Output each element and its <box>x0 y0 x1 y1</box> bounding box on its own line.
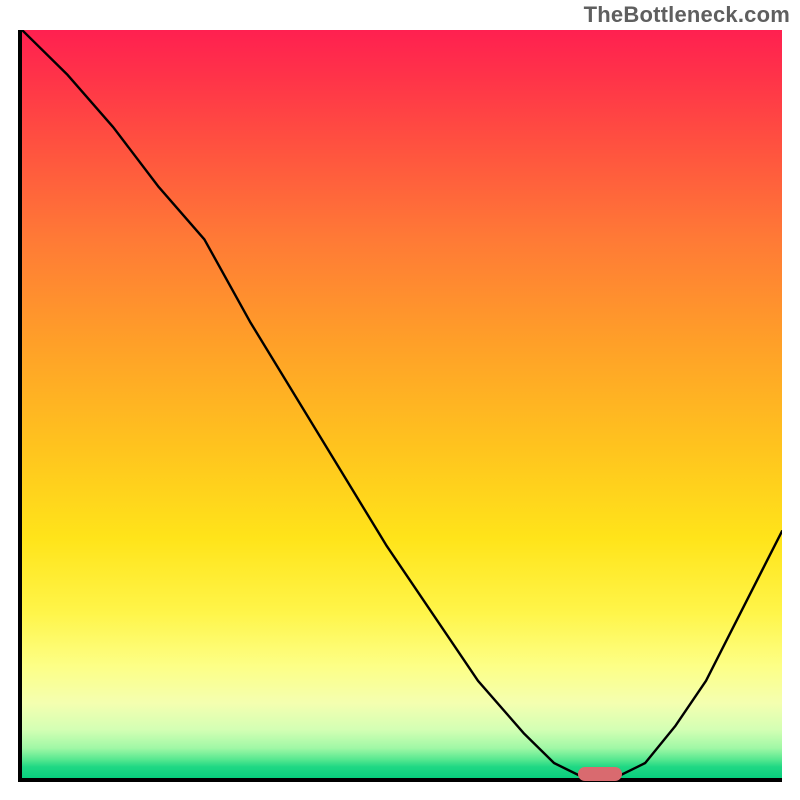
bottleneck-curve <box>22 30 782 778</box>
watermark-text: TheBottleneck.com <box>584 2 790 28</box>
plot-area <box>18 30 782 782</box>
chart-canvas: TheBottleneck.com <box>0 0 800 800</box>
optimal-marker <box>578 767 622 781</box>
